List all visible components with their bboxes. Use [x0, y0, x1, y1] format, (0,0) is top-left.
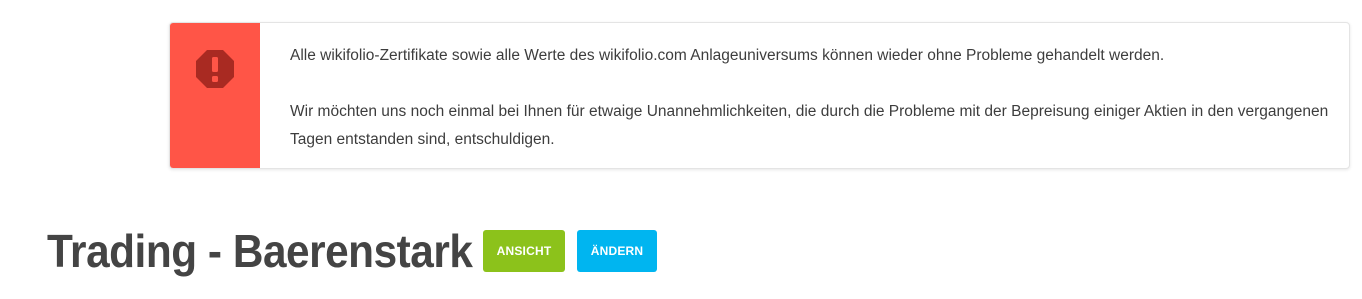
edit-button[interactable]: ÄNDERN	[577, 230, 657, 272]
alert-message-line1: Alle wikifolio-Zertifikate sowie alle We…	[290, 47, 1165, 64]
page-title: Trading - Baerenstark	[47, 225, 473, 277]
alert-side-bar	[170, 23, 260, 168]
alert-message-line2: Wir möchten uns noch einmal bei Ihnen fü…	[290, 103, 1329, 148]
page: Alle wikifolio-Zertifikate sowie alle We…	[0, 0, 1362, 299]
alert-banner: Alle wikifolio-Zertifikate sowie alle We…	[169, 22, 1350, 169]
view-button[interactable]: ANSICHT	[483, 230, 565, 272]
alert-message: Alle wikifolio-Zertifikate sowie alle We…	[260, 23, 1349, 168]
page-header: Trading - Baerenstark ANSICHT ÄNDERN	[47, 228, 657, 274]
exclamation-octagon-icon	[196, 50, 234, 88]
